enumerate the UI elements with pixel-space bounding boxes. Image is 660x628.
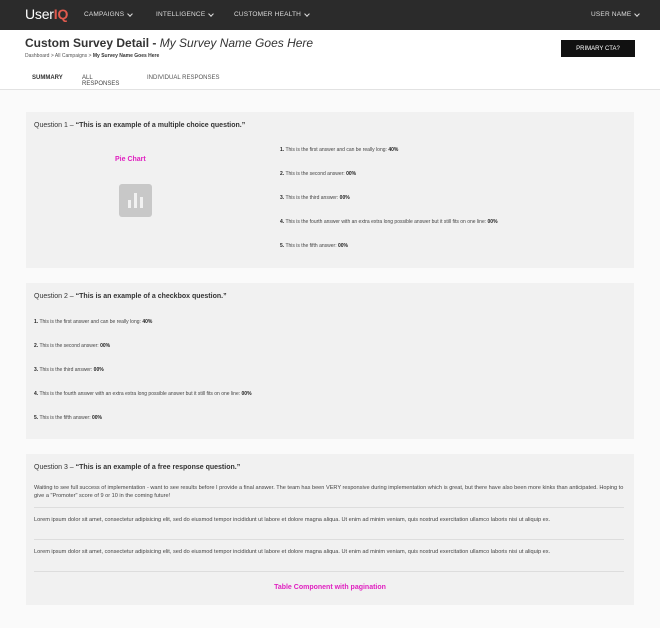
answer-percent: 00% <box>339 195 350 201</box>
logo-main: User <box>25 6 54 22</box>
breadcrumb-current: My Survey Name Goes Here <box>92 53 160 59</box>
breadcrumb: Dashboard > All Campaigns > My Survey Na… <box>25 53 159 59</box>
answer-item: 5. This is the fifth answer: 00% <box>34 415 102 421</box>
nav-customer-health-label: CUSTOMER HEALTH <box>234 11 302 18</box>
answer-text: This is the fourth answer with an extra … <box>284 219 488 225</box>
tab-bar: SUMMARY ALL RESPONSES INDIVIDUAL RESPONS… <box>0 70 660 93</box>
answer-item: 2. This is the second answer: 00% <box>34 343 110 349</box>
answer-item: 1. This is the first answer and can be r… <box>34 319 152 325</box>
free-response-item: Lorem ipsum dolor sit amet, consectetur … <box>34 517 551 523</box>
answer-percent: 00% <box>93 367 104 373</box>
answer-item: 5. This is the fifth answer: 00% <box>280 243 348 249</box>
answer-text: This is the second answer: <box>284 171 347 177</box>
top-nav: UserIQ CAMPAIGNS INTELLIGENCE CUSTOMER H… <box>0 0 660 30</box>
divider <box>34 571 624 572</box>
user-menu[interactable]: USER NAME <box>591 10 641 18</box>
answer-percent: 40% <box>142 319 153 325</box>
answer-percent: 00% <box>346 171 357 177</box>
answer-text: This is the second answer: <box>38 343 101 349</box>
answer-percent: 00% <box>338 243 349 249</box>
logo-accent: IQ <box>53 6 69 22</box>
primary-cta-button[interactable]: PRIMARY CTA? <box>561 40 635 57</box>
page-title: Custom Survey Detail - My Survey Name Go… <box>25 36 313 50</box>
answer-percent: 00% <box>92 415 103 421</box>
question-3-card: Question 3 – “This is an example of a fr… <box>26 454 634 605</box>
page-title-survey-name: My Survey Name Goes Here <box>159 36 314 50</box>
nav-campaigns[interactable]: CAMPAIGNS <box>84 10 134 18</box>
question-1-title: Question 1 – “This is an example of a mu… <box>34 122 245 129</box>
nav-intelligence-label: INTELLIGENCE <box>156 11 206 18</box>
question-2-text: “This is an example of a checkbox questi… <box>75 293 227 300</box>
tab-individual-responses[interactable]: INDIVIDUAL RESPONSES <box>147 75 219 85</box>
chevron-down-icon <box>208 10 215 17</box>
pie-chart-placeholder-label: Pie Chart <box>115 156 146 163</box>
answer-item: 1. This is the first answer and can be r… <box>280 147 398 153</box>
answer-item: 4. This is the fourth answer with an ext… <box>34 391 252 397</box>
answer-percent: 40% <box>388 147 399 153</box>
main-content: Question 1 – “This is an example of a mu… <box>0 90 660 628</box>
bar-chart-icon <box>119 184 152 217</box>
answer-item: 3. This is the third answer: 00% <box>34 367 104 373</box>
table-placeholder-label: Table Component with pagination <box>274 584 386 591</box>
answer-item: 2. This is the second answer: 00% <box>280 171 356 177</box>
logo[interactable]: UserIQ <box>25 6 68 22</box>
answer-item: 3. This is the third answer: 00% <box>280 195 350 201</box>
answer-percent: 00% <box>241 391 252 397</box>
answer-text: This is the fourth answer with an extra … <box>38 391 242 397</box>
answer-text: This is the first answer and can be real… <box>284 147 389 153</box>
answer-text: This is the third answer: <box>38 367 94 373</box>
question-3-prefix: Question 3 – <box>34 464 76 471</box>
page-title-main: Custom Survey Detail - <box>25 36 160 50</box>
nav-campaigns-label: CAMPAIGNS <box>84 11 125 18</box>
tab-summary[interactable]: SUMMARY <box>32 75 63 85</box>
answer-text: This is the fifth answer: <box>284 243 338 249</box>
answer-text: This is the first answer and can be real… <box>38 319 143 325</box>
divider <box>34 539 624 540</box>
question-1-text: “This is an example of a multiple choice… <box>75 122 246 129</box>
question-2-prefix: Question 2 – <box>34 293 76 300</box>
chevron-down-icon <box>304 10 310 17</box>
answer-item: 4. This is the fourth answer with an ext… <box>280 219 498 225</box>
answer-percent: 00% <box>100 343 111 349</box>
question-3-title: Question 3 – “This is an example of a fr… <box>34 464 240 471</box>
question-1-prefix: Question 1 – <box>34 122 76 129</box>
answer-text: This is the third answer: <box>284 195 340 201</box>
free-response-item: Waiting to see full success of implement… <box>34 485 624 499</box>
chevron-down-icon <box>127 10 134 17</box>
breadcrumb-all-campaigns[interactable]: All Campaigns <box>55 53 87 59</box>
free-response-item: Lorem ipsum dolor sit amet, consectetur … <box>34 549 551 555</box>
answer-text: This is the fifth answer: <box>38 415 92 421</box>
nav-intelligence[interactable]: INTELLIGENCE <box>156 10 215 18</box>
breadcrumb-dashboard[interactable]: Dashboard <box>25 53 49 59</box>
chevron-down-icon <box>634 10 641 17</box>
nav-customer-health[interactable]: CUSTOMER HEALTH <box>234 10 310 18</box>
question-3-text: “This is an example of a free response q… <box>75 464 241 471</box>
question-2-title: Question 2 – “This is an example of a ch… <box>34 293 227 300</box>
question-1-card: Question 1 – “This is an example of a mu… <box>26 112 634 268</box>
user-name: USER NAME <box>591 11 632 18</box>
question-2-card: Question 2 – “This is an example of a ch… <box>26 283 634 439</box>
divider <box>34 507 624 508</box>
answer-percent: 00% <box>487 219 498 225</box>
